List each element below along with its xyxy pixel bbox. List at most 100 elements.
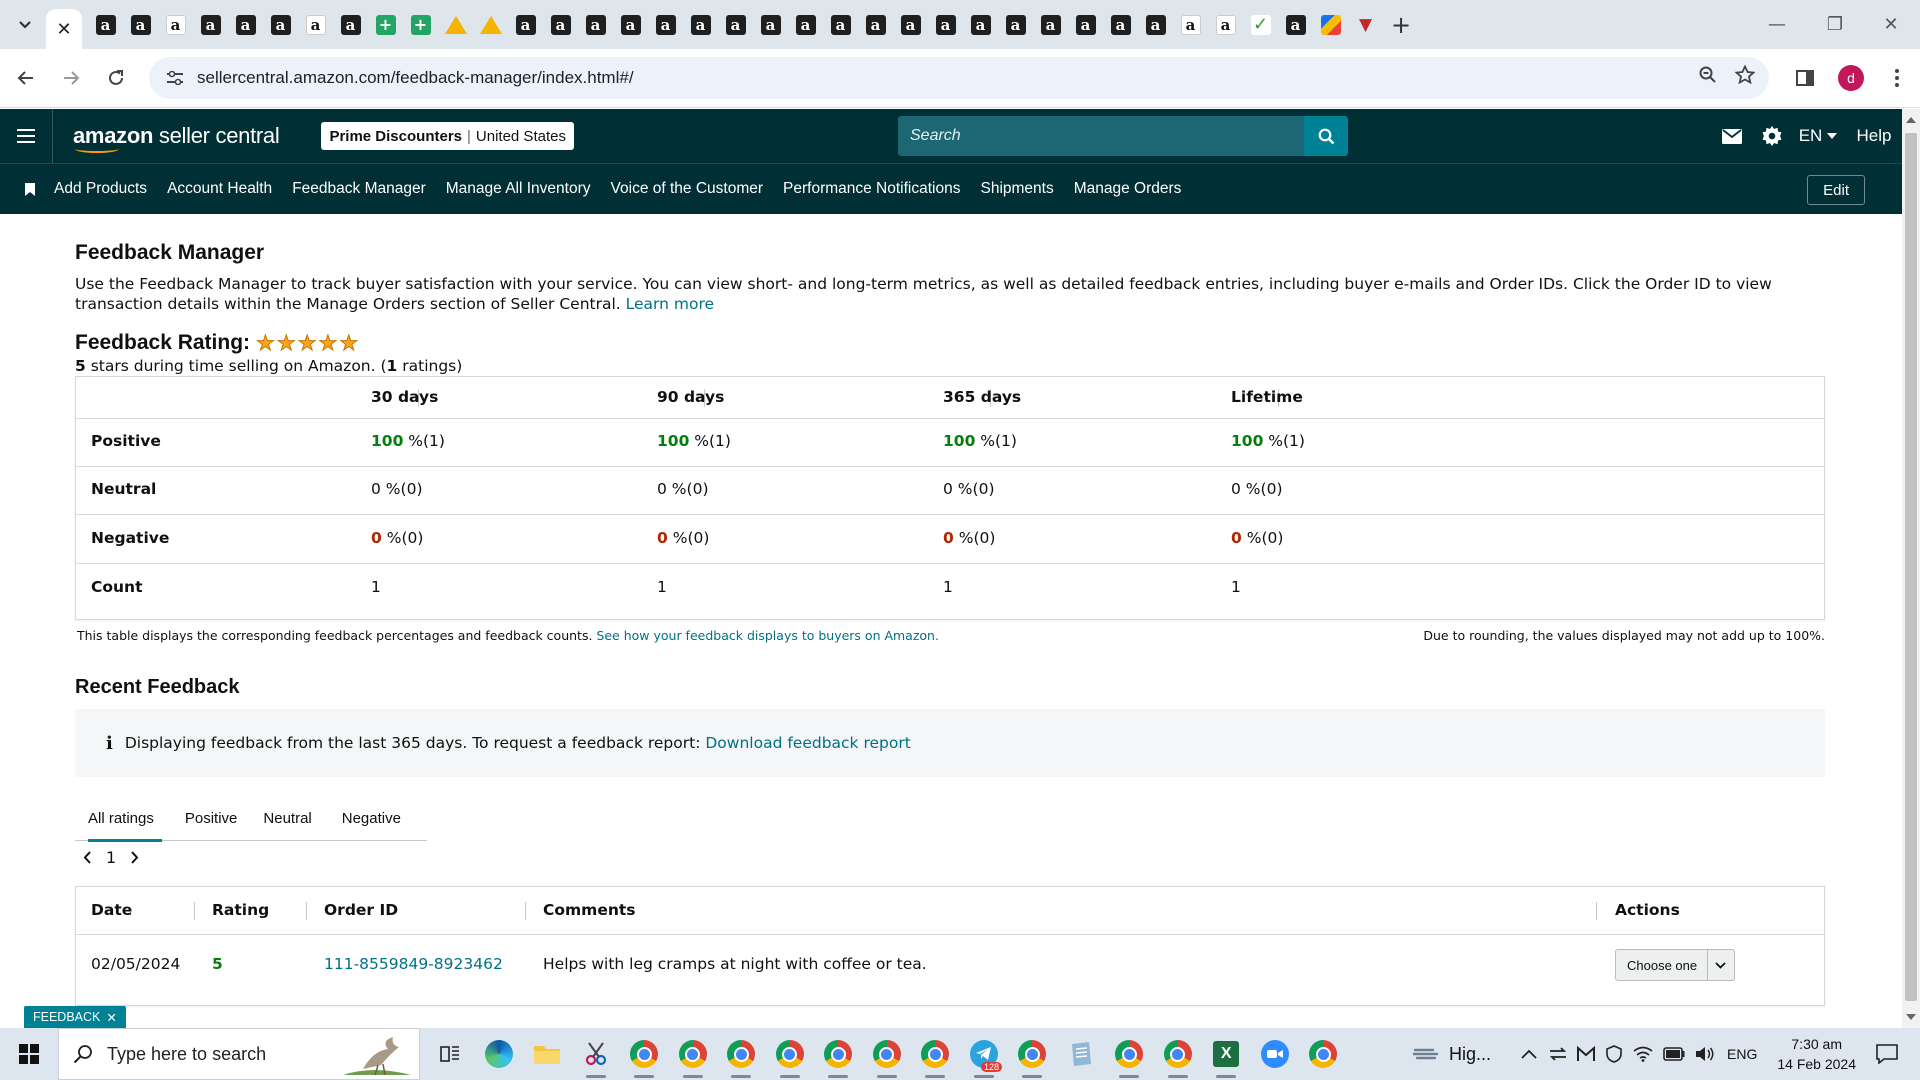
green-logo-icon[interactable]: ✓ <box>1243 10 1278 40</box>
amazon-icon[interactable]: a <box>1103 10 1138 40</box>
tab-positive[interactable]: Positive <box>167 796 256 841</box>
hamburger-menu-icon[interactable] <box>0 109 53 163</box>
amazon-icon[interactable]: a <box>193 10 228 40</box>
amazon-icon[interactable]: a <box>1208 10 1243 40</box>
url-bar[interactable]: sellercentral.amazon.com/feedback-manage… <box>149 57 1769 99</box>
amazon-icon[interactable]: a <box>718 10 753 40</box>
amazon-icon[interactable]: a <box>263 10 298 40</box>
telegram-icon[interactable]: 128 <box>960 1028 1009 1080</box>
amazon-icon[interactable]: a <box>158 10 193 40</box>
nav-voice-of-the-customer[interactable]: Voice of the Customer <box>611 180 764 198</box>
nav-feedback-manager[interactable]: Feedback Manager <box>292 180 426 198</box>
google-sheets-icon[interactable]: + <box>368 10 403 40</box>
gmail-icon[interactable] <box>1577 1046 1596 1062</box>
amazon-icon[interactable]: a <box>228 10 263 40</box>
browser-menu-icon[interactable] <box>1874 59 1920 97</box>
settings-gear-icon[interactable] <box>1754 109 1790 163</box>
google-sheets-icon[interactable]: + <box>403 10 438 40</box>
learn-more-link[interactable]: Learn more <box>626 295 714 313</box>
chrome-profile-6-icon[interactable] <box>863 1028 912 1080</box>
tab-search-chevron-icon[interactable] <box>8 8 42 42</box>
language-selector[interactable]: EN <box>1790 109 1846 163</box>
current-page[interactable]: 1 <box>106 848 116 867</box>
scroll-up-icon[interactable] <box>1906 117 1916 123</box>
amazon-icon[interactable]: a <box>1278 10 1313 40</box>
notifications-icon[interactable] <box>1876 1044 1898 1064</box>
close-window-icon[interactable]: ✕ <box>1862 0 1920 49</box>
battery-icon[interactable] <box>1663 1047 1685 1061</box>
page-scrollbar[interactable] <box>1902 109 1920 1028</box>
clock[interactable]: 7:30 am 14 Feb 2024 <box>1777 1034 1856 1074</box>
new-tab-button[interactable]: + <box>1383 11 1419 39</box>
chrome-profile-8-icon[interactable] <box>1008 1028 1057 1080</box>
windows-start-icon[interactable] <box>0 1028 58 1080</box>
amazon-icon[interactable]: a <box>683 10 718 40</box>
amazon-icon[interactable]: a <box>998 10 1033 40</box>
amazon-icon[interactable]: a <box>788 10 823 40</box>
search-button[interactable] <box>1304 116 1348 156</box>
restore-icon[interactable]: ❐ <box>1806 0 1864 49</box>
back-icon[interactable] <box>7 59 45 97</box>
order-id-link[interactable]: 111-8559849-8923462 <box>324 955 503 973</box>
amazon-icon[interactable]: a <box>578 10 613 40</box>
nav-add-products[interactable]: Add Products <box>54 180 147 198</box>
chrome-profile-7-icon[interactable] <box>911 1028 960 1080</box>
amazon-icon[interactable]: a <box>123 10 158 40</box>
amazon-icon[interactable]: a <box>1033 10 1068 40</box>
amazon-seller-central-logo[interactable]: amazon seller central <box>73 123 280 153</box>
amazon-icon[interactable]: a <box>858 10 893 40</box>
amazon-icon[interactable]: a <box>963 10 998 40</box>
site-info-icon[interactable] <box>165 68 185 88</box>
help-link[interactable]: Help <box>1846 109 1902 163</box>
see-feedback-display-link[interactable]: See how your feedback displays to buyers… <box>596 628 939 643</box>
close-icon[interactable]: ✕ <box>106 1010 116 1025</box>
amazon-icon[interactable]: a <box>648 10 683 40</box>
snipping-tool-icon[interactable] <box>572 1028 621 1080</box>
security-icon[interactable] <box>1605 1045 1623 1063</box>
chrome-profile-4-icon[interactable] <box>766 1028 815 1080</box>
mail-icon[interactable] <box>1710 109 1754 163</box>
input-language[interactable]: ENG <box>1727 1046 1757 1062</box>
weather-text[interactable]: Hig... <box>1449 1044 1491 1065</box>
chrome-profile-1-icon[interactable] <box>620 1028 669 1080</box>
scroll-down-icon[interactable] <box>1906 1014 1916 1020</box>
taskbar-search[interactable]: Type here to search <box>58 1028 420 1080</box>
nav-manage-all-inventory[interactable]: Manage All Inventory <box>446 180 591 198</box>
tab-neutral[interactable]: Neutral <box>255 796 319 841</box>
chrome-profile-2-icon[interactable] <box>669 1028 718 1080</box>
amazon-icon[interactable]: a <box>298 10 333 40</box>
scroll-thumb[interactable] <box>1905 133 1917 1001</box>
feedback-widget-tab[interactable]: FEEDBACK ✕ <box>24 1006 126 1028</box>
nav-account-health[interactable]: Account Health <box>167 180 272 198</box>
bookmark-star-icon[interactable] <box>1734 64 1756 89</box>
amazon-icon[interactable]: a <box>613 10 648 40</box>
amazon-icon[interactable]: a <box>823 10 858 40</box>
task-view-icon[interactable] <box>426 1028 475 1080</box>
next-page-icon[interactable] <box>130 850 139 864</box>
excel-icon[interactable]: X <box>1202 1028 1251 1080</box>
edge-icon[interactable] <box>475 1028 524 1080</box>
volume-icon[interactable] <box>1695 1045 1715 1063</box>
actions-dropdown[interactable]: Choose one <box>1615 949 1735 981</box>
tab-all-ratings[interactable]: All ratings <box>75 796 167 842</box>
chrome-profile-10-icon[interactable] <box>1154 1028 1203 1080</box>
zoom-icon[interactable] <box>1699 65 1717 89</box>
chrome-profile-3-icon[interactable] <box>717 1028 766 1080</box>
edit-nav-button[interactable]: Edit <box>1807 175 1865 205</box>
nav-performance-notifications[interactable]: Performance Notifications <box>783 180 960 198</box>
active-tab-close-icon[interactable]: ✕ <box>46 9 82 49</box>
amazon-icon[interactable]: a <box>508 10 543 40</box>
amazon-icon[interactable]: a <box>893 10 928 40</box>
wifi-icon[interactable] <box>1633 1046 1653 1062</box>
file-explorer-icon[interactable] <box>523 1028 572 1080</box>
forward-icon[interactable] <box>52 59 90 97</box>
store-selector[interactable]: Prime Discounters | United States <box>321 122 574 150</box>
reload-icon[interactable] <box>97 59 135 97</box>
amazon-icon[interactable]: a <box>88 10 123 40</box>
amazon-icon[interactable]: a <box>928 10 963 40</box>
nav-shipments[interactable]: Shipments <box>980 180 1053 198</box>
google-drive-icon[interactable] <box>473 10 508 40</box>
amazon-icon[interactable]: a <box>1138 10 1173 40</box>
amazon-icon[interactable]: a <box>753 10 788 40</box>
minimize-icon[interactable]: — <box>1748 0 1806 49</box>
